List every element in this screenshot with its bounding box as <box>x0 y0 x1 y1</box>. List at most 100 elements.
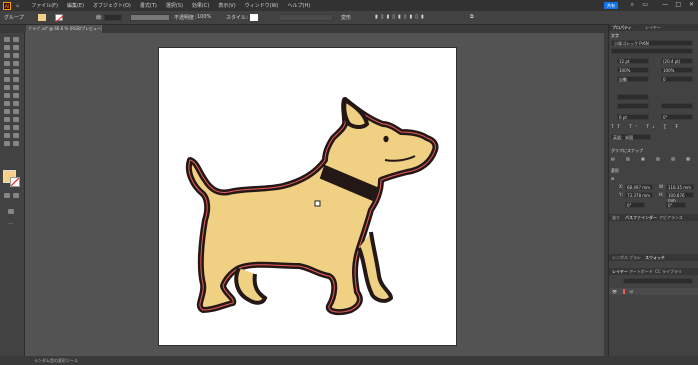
document-tab[interactable]: ｸﾞﾙｰﾌﾟ.ai* @ 66.6 % (RGB/プレビュー) <box>26 25 102 33</box>
close-icon[interactable]: ✕ <box>689 1 694 8</box>
more-tools-icon[interactable]: ··· <box>8 221 14 228</box>
x-field[interactable]: 68.497 mm <box>625 184 653 190</box>
stroke-swatch[interactable] <box>55 14 64 22</box>
tab-layers[interactable]: レイヤー <box>645 25 661 31</box>
variable-width-profile[interactable] <box>130 14 170 21</box>
rotate-tool-icon[interactable] <box>4 85 10 90</box>
recolor-button[interactable] <box>278 14 333 21</box>
rectangle-tool-icon[interactable] <box>4 69 10 74</box>
search-icon[interactable]: ⌕ <box>631 1 634 9</box>
graph-tool-icon[interactable] <box>13 125 19 130</box>
draw-mode-icon[interactable] <box>13 193 19 198</box>
arrange-icon[interactable]: ⧉ <box>470 14 474 20</box>
type-tool-icon[interactable] <box>4 61 10 66</box>
mesh-tool-icon[interactable] <box>4 109 10 114</box>
shaper-tool-icon[interactable] <box>4 77 10 82</box>
baseline-shift-field[interactable]: 0 pt <box>617 114 649 120</box>
font-style-field[interactable] <box>611 48 693 54</box>
maximize-icon[interactable]: □ <box>675 1 681 8</box>
tab-swatches[interactable]: スウォッチ <box>645 255 665 261</box>
graphic-style-swatch[interactable] <box>250 14 258 21</box>
menu-effect[interactable]: 効果(C) <box>192 2 209 9</box>
artboard-tool-icon[interactable] <box>4 133 10 138</box>
tracking-field[interactable]: 0 <box>661 76 693 82</box>
home-icon[interactable]: ⌂ <box>16 3 19 9</box>
tsume-field[interactable] <box>617 94 649 100</box>
pen-tool-icon[interactable] <box>4 53 10 58</box>
reference-point-icon[interactable]: ⊞ <box>611 176 696 182</box>
horizontal-scale-field[interactable]: 100% <box>617 67 649 73</box>
paintbrush-tool-icon[interactable] <box>13 69 19 74</box>
slice-tool-icon[interactable] <box>13 133 19 138</box>
character-rotation-field[interactable]: 0° <box>661 114 693 120</box>
eraser-tool-icon[interactable] <box>13 77 19 82</box>
tab-artboards[interactable]: アートボード <box>629 269 653 275</box>
leading-field[interactable]: (20.4 pt) <box>661 58 693 64</box>
scale-tool-icon[interactable] <box>13 85 19 90</box>
menu-select[interactable]: 選択(S) <box>166 2 183 9</box>
tab-properties[interactable]: プロパティ <box>612 25 632 31</box>
vertical-scale-field[interactable]: 100% <box>661 67 693 73</box>
hand-tool-icon[interactable] <box>4 141 10 146</box>
menu-view[interactable]: 表示(V) <box>218 2 235 9</box>
curvature-tool-icon[interactable] <box>13 53 19 58</box>
font-size-field[interactable]: 12 pt <box>617 58 649 64</box>
menu-type[interactable]: 書式(T) <box>140 2 157 9</box>
layers-search-input[interactable] <box>623 278 693 284</box>
aki-left-field[interactable] <box>617 103 649 109</box>
gradient-tool-icon[interactable] <box>13 109 19 114</box>
shear-field[interactable]: 0° <box>666 202 686 208</box>
screen-mode-icon[interactable] <box>8 209 14 214</box>
transform-label[interactable]: 変形 <box>341 14 351 21</box>
tab-cc-libraries[interactable]: CC ライブラリ <box>655 269 682 275</box>
shape-builder-tool-icon[interactable] <box>4 101 10 106</box>
language-field[interactable]: 英語：米国 <box>611 134 651 140</box>
lasso-tool-icon[interactable] <box>13 45 19 50</box>
fill-swatch[interactable] <box>38 14 46 21</box>
tab-symbols[interactable]: シンボル <box>612 255 628 261</box>
zoom-tool-icon[interactable] <box>13 141 19 146</box>
selection-center-point[interactable] <box>314 200 321 207</box>
layer-name[interactable]: ｲﾇ <box>629 289 633 295</box>
tab-fill[interactable]: 塗り <box>612 215 620 221</box>
eyedropper-tool-icon[interactable] <box>4 117 10 122</box>
dog-illustration[interactable] <box>159 48 456 345</box>
y-field[interactable]: 73.378 mm <box>625 192 653 198</box>
type-style-buttons[interactable]: TT Tᵀ T₁ T̲ T̶ <box>611 124 696 130</box>
visibility-eye-icon[interactable]: 👁 <box>612 289 617 294</box>
font-family-field[interactable]: 小塚ゴシック Pr6N <box>611 40 693 46</box>
opacity-value[interactable]: 100% <box>197 14 211 20</box>
perspective-grid-tool-icon[interactable] <box>13 101 19 106</box>
canvas-area[interactable] <box>25 33 604 356</box>
menu-object[interactable]: オブジェクト(O) <box>93 2 131 9</box>
blend-tool-icon[interactable] <box>13 117 19 122</box>
magic-wand-tool-icon[interactable] <box>4 45 10 50</box>
align-icons[interactable]: ▮▯▮▯▮▯▮▯▮ <box>375 14 427 20</box>
artboard[interactable] <box>159 48 456 345</box>
workspace-icon[interactable]: ▭ <box>642 1 648 8</box>
symbol-sprayer-tool-icon[interactable] <box>4 125 10 130</box>
direct-selection-tool-icon[interactable] <box>13 37 19 42</box>
share-button[interactable]: 共有 <box>604 2 618 9</box>
tab-brushes[interactable]: ブラシ <box>629 255 641 261</box>
menu-help[interactable]: ヘルプ(H) <box>288 2 311 9</box>
w-field[interactable]: 118.35 mm <box>666 184 694 190</box>
menu-window[interactable]: ウィンドウ(W) <box>245 2 279 9</box>
selection-tool-icon[interactable] <box>4 37 10 42</box>
h-field[interactable]: 100.876 mm <box>666 192 694 203</box>
aki-right-field[interactable] <box>661 103 693 109</box>
free-transform-tool-icon[interactable] <box>13 93 19 98</box>
color-mode-icon[interactable] <box>4 193 10 198</box>
angle-field[interactable]: 0° <box>625 202 645 208</box>
menu-file[interactable]: ファイル(F) <box>31 2 58 9</box>
tab-pathfinder[interactable]: パスファインダー <box>625 215 657 221</box>
stroke-color-box[interactable] <box>10 177 20 187</box>
tab-layers-panel[interactable]: レイヤー <box>612 269 628 275</box>
line-tool-icon[interactable] <box>13 61 19 66</box>
tab-appearance[interactable]: アピアランス <box>659 215 683 221</box>
width-tool-icon[interactable] <box>4 93 10 98</box>
stroke-weight-field[interactable] <box>104 14 122 21</box>
kerning-field[interactable]: 自動 <box>617 76 649 82</box>
layer-row[interactable]: 👁 ｲﾇ <box>609 288 698 295</box>
menu-edit[interactable]: 編集(E) <box>67 2 84 9</box>
